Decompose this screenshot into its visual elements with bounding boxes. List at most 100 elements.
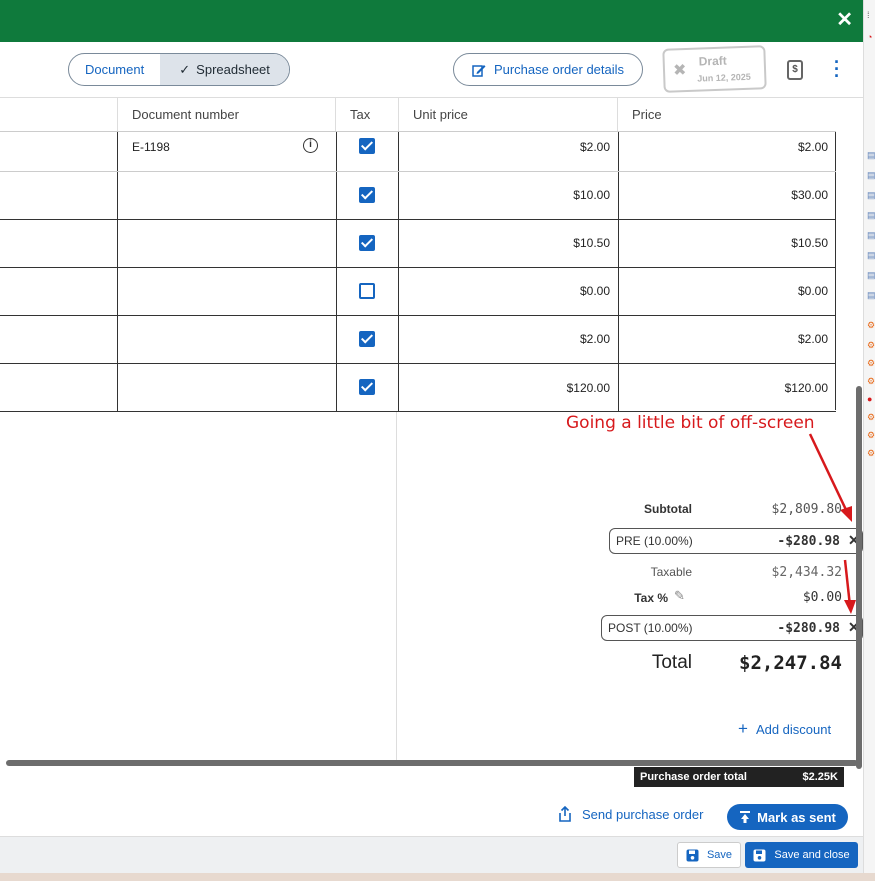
spreadsheet-view-label: Spreadsheet <box>196 62 270 77</box>
more-options-icon[interactable]: · · · <box>834 53 840 85</box>
annotation-text: Going a little bit of off-screen <box>566 413 815 433</box>
doc-icon: ▤ <box>867 190 875 200</box>
doc-icon: ▤ <box>867 230 875 240</box>
table-row: $120.00 $120.00 <box>0 364 836 411</box>
unit-price-cell[interactable]: $0.00 <box>400 284 610 298</box>
post-discount-label: POST (10.00%) <box>608 621 693 635</box>
vertical-scrollbar[interactable] <box>856 386 862 769</box>
mark-as-sent-label: Mark as sent <box>757 809 836 825</box>
tax-checkbox[interactable] <box>359 283 375 299</box>
view-toggle: Document ✓ Spreadsheet <box>68 53 290 86</box>
modal-header-bar: ✕ <box>0 0 863 42</box>
tax-checkbox[interactable] <box>359 331 375 347</box>
draft-stamp: ✖ Draft Jun 12, 2025 <box>662 45 767 93</box>
table-row: $0.00 $0.00 <box>0 268 836 315</box>
mark-as-sent-button[interactable]: Mark as sent <box>727 804 848 830</box>
total-label: Total <box>651 652 692 673</box>
info-icon[interactable]: i <box>303 138 318 153</box>
unit-price-cell[interactable]: $2.00 <box>400 140 610 154</box>
gear-icon: ⚙ <box>867 358 875 368</box>
horizontal-scrollbar[interactable] <box>6 760 858 766</box>
document-view-button[interactable]: Document <box>69 54 160 85</box>
doc-icon: ▤ <box>867 210 875 220</box>
alert-icon: ◔ <box>867 32 873 42</box>
table-row: $2.00 $2.00 <box>0 316 836 363</box>
tax-checkbox[interactable] <box>359 138 375 154</box>
send-purchase-order-label: Send purchase order <box>582 806 704 822</box>
table-row: $10.00 $30.00 <box>0 172 836 219</box>
doc-icon: ▤ <box>867 270 875 280</box>
price-cell[interactable]: $0.00 <box>620 284 828 298</box>
tax-checkbox[interactable] <box>359 235 375 251</box>
column-header-tax[interactable]: Tax <box>336 98 399 132</box>
save-button[interactable]: Save <box>677 842 741 868</box>
po-total-value: $2.25K <box>802 771 838 783</box>
desktop-taskbar-edge <box>0 873 875 881</box>
share-icon <box>559 806 571 822</box>
doc-icon: ▤ <box>867 290 875 300</box>
doc-icon: ▤ <box>867 250 875 260</box>
table-row: $10.50 $10.50 <box>0 220 836 267</box>
unit-price-cell[interactable]: $10.00 <box>400 188 610 202</box>
subtotal-value: $2,809.80 <box>771 502 842 517</box>
po-total-label: Purchase order total <box>640 771 747 783</box>
add-discount-button[interactable]: + Add discount <box>738 719 831 739</box>
draft-status: Draft <box>698 53 727 69</box>
column-header-document-number[interactable]: Document number <box>118 98 336 132</box>
price-cell[interactable]: $2.00 <box>620 140 828 154</box>
price-cell[interactable]: $30.00 <box>620 188 828 202</box>
spreadsheet-view-button[interactable]: ✓ Spreadsheet <box>160 54 289 85</box>
unit-price-cell[interactable]: $2.00 <box>400 332 610 346</box>
total-value: $2,247.84 <box>739 652 842 674</box>
unit-price-cell[interactable]: $120.00 <box>400 381 610 395</box>
purchase-order-details-button[interactable]: Purchase order details <box>453 53 643 86</box>
price-cell[interactable]: $120.00 <box>620 381 828 395</box>
tools-icon: ✖ <box>672 61 687 80</box>
gear-icon: ⚙ <box>867 412 875 422</box>
purchase-order-total-badge: Purchase order total $2.25K <box>634 767 844 787</box>
price-cell[interactable]: $10.50 <box>620 236 828 250</box>
toolbar: Document ✓ Spreadsheet Purchase order de… <box>0 42 863 98</box>
plus-icon: + <box>738 719 748 738</box>
taxable-value: $2,434.32 <box>771 565 842 580</box>
save-and-close-label: Save and close <box>774 849 850 861</box>
tax-checkbox[interactable] <box>359 187 375 203</box>
edit-icon <box>472 64 486 77</box>
send-purchase-order-button[interactable]: Send purchase order <box>558 806 703 822</box>
save-icon <box>753 849 766 861</box>
column-header-blank <box>0 98 118 132</box>
checkmark-icon: ✓ <box>179 61 191 77</box>
gear-icon: ⚙ <box>867 376 875 386</box>
error-icon: ● <box>867 394 873 404</box>
taxable-label: Taxable <box>650 565 692 579</box>
edit-icon[interactable]: ✎ <box>674 588 685 604</box>
pre-discount-row[interactable]: PRE (10.00%) -$280.98 ✕ <box>609 528 863 554</box>
grip-icon: ⁞ <box>867 10 870 20</box>
save-label: Save <box>706 849 733 861</box>
add-discount-label: Add discount <box>755 721 832 737</box>
unit-price-cell[interactable]: $10.50 <box>400 236 610 250</box>
close-icon[interactable]: ✕ <box>836 10 853 30</box>
pre-discount-value: -$280.98 <box>777 534 840 549</box>
gear-icon: ⚙ <box>867 320 875 330</box>
subtotal-label: Subtotal <box>644 502 692 516</box>
table-row: E-1198 i $2.00 $2.00 <box>0 132 836 171</box>
post-discount-value: -$280.98 <box>777 621 840 636</box>
price-cell[interactable]: $2.00 <box>620 332 828 346</box>
doc-icon: ▤ <box>867 150 875 160</box>
gear-icon: ⚙ <box>867 430 875 440</box>
gear-icon: ⚙ <box>867 340 875 350</box>
draft-date: Jun 12, 2025 <box>697 71 752 84</box>
gear-icon: ⚙ <box>867 448 875 458</box>
save-icon <box>686 849 699 861</box>
tax-checkbox[interactable] <box>359 379 375 395</box>
document-number-cell[interactable]: E-1198 <box>132 140 170 154</box>
save-and-close-button[interactable]: Save and close <box>745 842 858 868</box>
invoice-icon[interactable]: $ <box>787 60 803 80</box>
column-header-unit-price[interactable]: Unit price <box>399 98 618 132</box>
tax-label: Tax % <box>634 591 668 605</box>
column-header-price[interactable]: Price <box>618 98 836 132</box>
pre-discount-label: PRE (10.00%) <box>616 534 693 548</box>
post-discount-row[interactable]: POST (10.00%) -$280.98 ✕ <box>601 615 863 641</box>
tax-value: $0.00 <box>802 590 842 605</box>
